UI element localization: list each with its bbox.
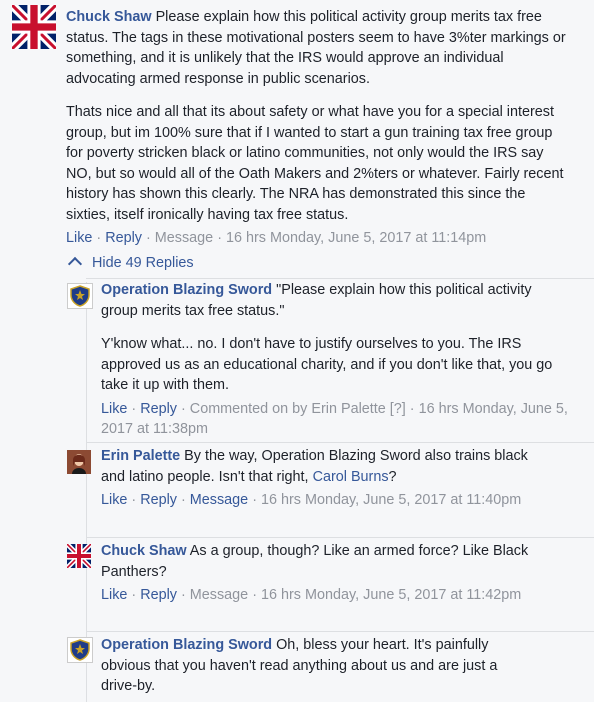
- separator: ·: [96, 230, 102, 246]
- separator: ·: [181, 492, 186, 508]
- comment-text-paragraph-2: Thats nice and all that its about safety…: [66, 104, 564, 223]
- hide-replies-label: Hide 49 Replies: [92, 255, 194, 271]
- message-link[interactable]: Message: [190, 587, 248, 603]
- comment-actions: Like · Reply · Message · 16 hrs Monday, …: [101, 585, 551, 606]
- shield-icon: [70, 639, 90, 661]
- reply-link[interactable]: Reply: [140, 587, 177, 603]
- uk-flag-avatar[interactable]: [12, 5, 56, 49]
- like-link[interactable]: Like: [66, 230, 92, 246]
- reply-operation-blazing-sword-2: Operation Blazing Sword Oh, bless your h…: [101, 635, 531, 697]
- comment-age[interactable]: 16 hrs: [419, 401, 459, 417]
- author-name[interactable]: Operation Blazing Sword: [101, 637, 272, 653]
- reply-link[interactable]: Reply: [105, 230, 142, 246]
- message-link[interactable]: Message: [190, 492, 248, 508]
- comment-text-paragraph-2: Y'know what... no. I don't have to justi…: [101, 336, 553, 393]
- reply-erin-palette: Erin Palette By the way, Operation Blazi…: [101, 446, 551, 511]
- uk-flag-avatar[interactable]: [67, 544, 91, 568]
- shield-icon: [70, 285, 90, 307]
- union-jack-icon: [67, 544, 91, 568]
- reply-link[interactable]: Reply: [140, 492, 177, 508]
- author-name[interactable]: Operation Blazing Sword: [101, 282, 272, 298]
- reply-chuck-shaw: Chuck Shaw As a group, though? Like an a…: [101, 541, 551, 606]
- comment-body: Operation Blazing Sword Oh, bless your h…: [101, 635, 531, 697]
- separator: ·: [131, 587, 137, 603]
- like-link[interactable]: Like: [101, 401, 127, 417]
- shield-avatar[interactable]: [67, 637, 93, 663]
- author-name[interactable]: Chuck Shaw: [66, 9, 152, 25]
- erin-palette-avatar[interactable]: [67, 450, 91, 474]
- comment-thread: Chuck Shaw Please explain how this polit…: [0, 0, 594, 702]
- message-link[interactable]: Message: [155, 230, 213, 246]
- comment-age[interactable]: 16 hrs: [261, 587, 301, 603]
- comment-body: Chuck Shaw Please explain how this polit…: [66, 7, 570, 89]
- reply-link[interactable]: Reply: [140, 401, 177, 417]
- separator: ·: [409, 400, 415, 417]
- comment-text-end: ?: [388, 468, 397, 485]
- reply-operation-blazing-sword: Operation Blazing Sword "Please explain …: [101, 280, 571, 440]
- shield-avatar[interactable]: [67, 283, 93, 309]
- chevron-up-icon: [67, 256, 83, 272]
- comment-timestamp[interactable]: Monday, June 5, 2017 at 11:14pm: [270, 230, 486, 246]
- separator: ·: [181, 400, 186, 417]
- comment-actions: Like · Reply · Message · 16 hrs Monday, …: [66, 228, 570, 249]
- commented-on-by[interactable]: Commented on by Erin Palette [?]: [190, 401, 406, 417]
- comment-timestamp[interactable]: Monday, June 5, 2017 at 11:42pm: [305, 587, 521, 603]
- comment-timestamp[interactable]: Monday, June 5, 2017 at 11:40pm: [305, 492, 521, 508]
- reply-connector: [86, 278, 594, 279]
- like-link[interactable]: Like: [101, 492, 127, 508]
- separator: ·: [146, 230, 151, 246]
- comment-actions: Like · Reply · Commented on by Erin Pale…: [101, 399, 571, 440]
- union-jack-icon: [12, 5, 56, 49]
- separator: ·: [252, 492, 257, 508]
- comment-actions: Like · Reply · Message · 16 hrs Monday, …: [101, 490, 551, 511]
- separator: ·: [131, 492, 137, 508]
- author-name[interactable]: Chuck Shaw: [101, 543, 187, 559]
- comment-age[interactable]: 16 hrs: [226, 230, 266, 246]
- reply-connector: [86, 631, 594, 632]
- mention-link[interactable]: Carol Burns: [313, 469, 389, 485]
- comment-body: Chuck Shaw As a group, though? Like an a…: [101, 541, 551, 582]
- separator: ·: [217, 230, 222, 246]
- like-link[interactable]: Like: [101, 587, 127, 603]
- author-name[interactable]: Erin Palette: [101, 448, 180, 464]
- comment-chuck-shaw: Chuck Shaw Please explain how this polit…: [66, 7, 570, 249]
- separator: ·: [131, 400, 137, 417]
- separator: ·: [181, 587, 186, 603]
- separator: ·: [252, 587, 257, 603]
- person-photo-icon: [67, 450, 91, 474]
- reply-connector: [86, 442, 594, 443]
- comment-body: Operation Blazing Sword "Please explain …: [101, 280, 571, 321]
- reply-connector: [86, 537, 594, 538]
- comment-body: Erin Palette By the way, Operation Blazi…: [101, 446, 551, 487]
- hide-replies-toggle[interactable]: Hide 49 Replies: [67, 253, 194, 274]
- comment-age[interactable]: 16 hrs: [261, 492, 301, 508]
